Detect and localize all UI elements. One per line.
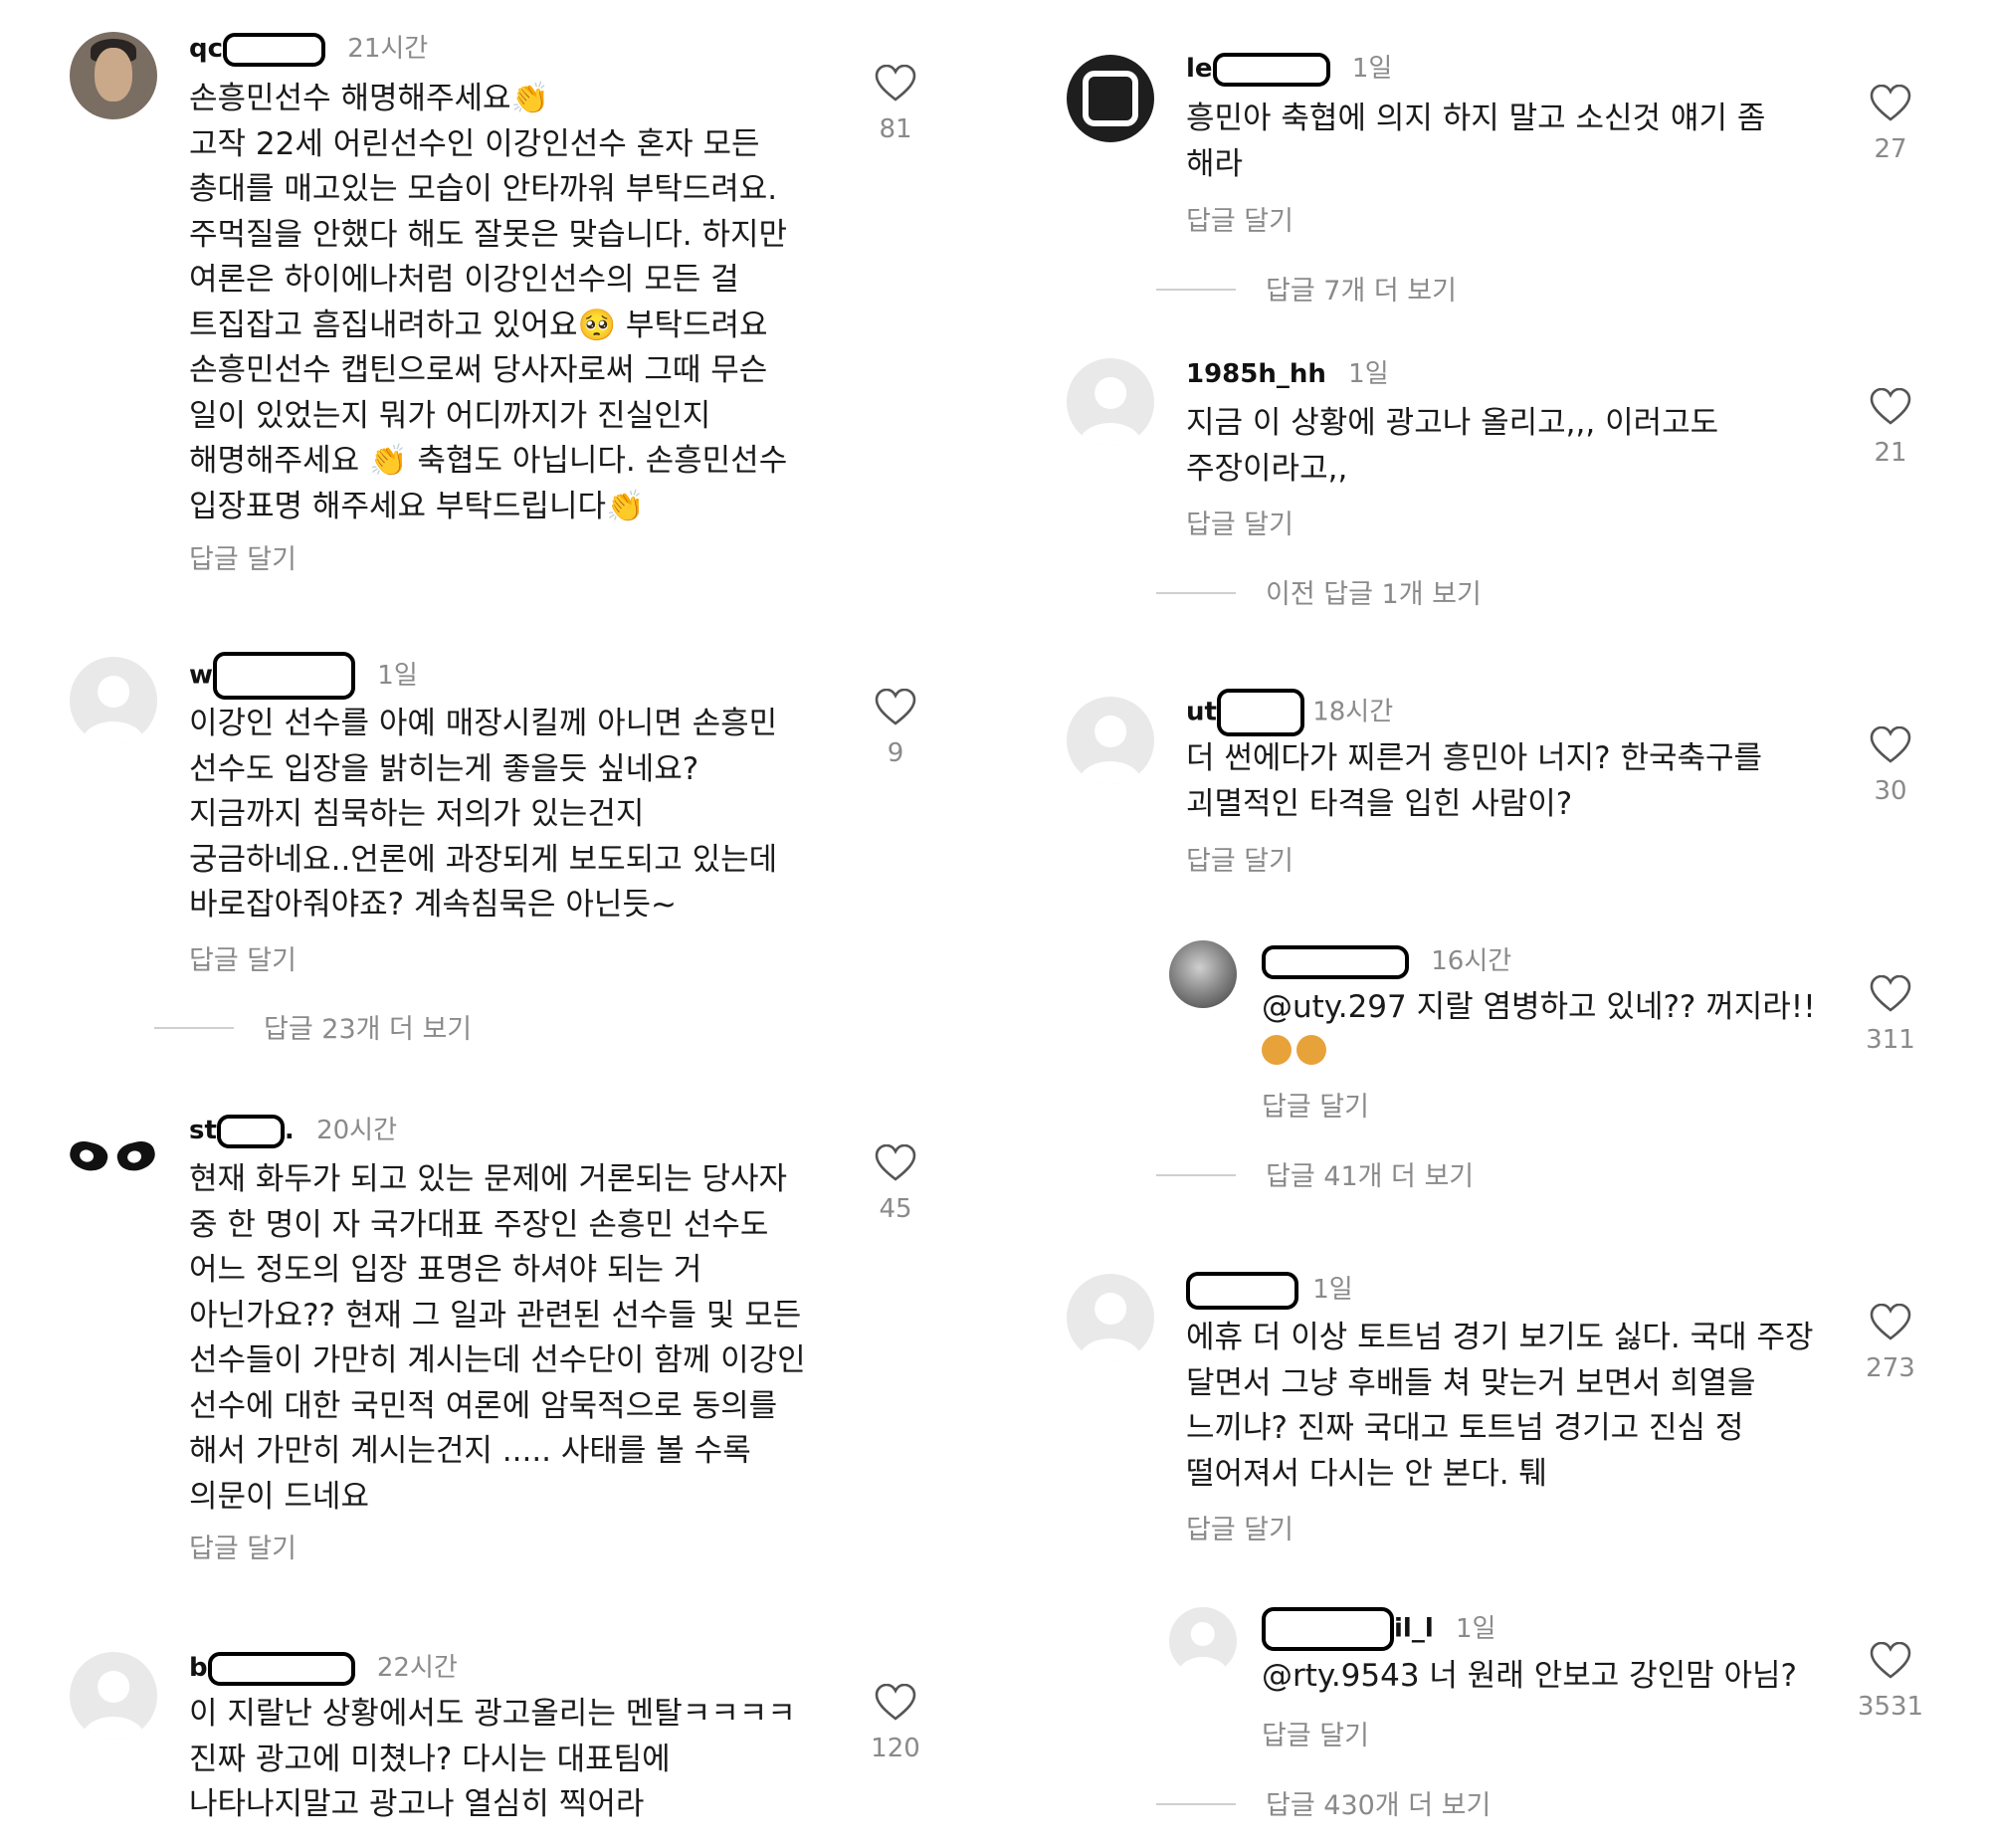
avatar[interactable]	[1067, 358, 1154, 446]
heart-icon	[875, 65, 916, 102]
redaction-box	[207, 1651, 355, 1686]
like-button[interactable]: 273	[1851, 1304, 1930, 1383]
reply-button[interactable]: 답글 달기	[1186, 199, 1294, 238]
comment-text: 현재 화두가 되고 있는 문제에 거론되는 당사자 중 한 명이 자 국가대표 …	[189, 1161, 806, 1515]
timestamp: 22시간	[376, 1653, 458, 1683]
redaction-box	[1216, 689, 1304, 736]
like-button[interactable]: 27	[1851, 85, 1930, 164]
like-count: 81	[879, 114, 912, 144]
timestamp: 16시간	[1431, 946, 1512, 976]
view-more-replies[interactable]: 답글 430개 더 보기	[1155, 1783, 1491, 1822]
view-more-replies[interactable]: 답글 23개 더 보기	[153, 1007, 472, 1046]
redaction-box	[1262, 944, 1409, 979]
timestamp: 20시간	[316, 1116, 397, 1145]
view-more-replies[interactable]: 답글 41개 더 보기	[1155, 1154, 1474, 1193]
redaction-box	[223, 32, 326, 67]
like-button[interactable]: 120	[856, 1684, 935, 1763]
view-previous-replies[interactable]: 이전 답글 1개 보기	[1156, 572, 1482, 611]
like-count: 30	[1874, 776, 1907, 806]
like-count: 3531	[1857, 1692, 1924, 1722]
heart-icon	[875, 689, 916, 725]
comment-text: @uty.297 지랄 염병하고 있네?? 꺼지라!!	[1262, 989, 1816, 1025]
reply-button[interactable]: 답글 달기	[189, 1527, 297, 1565]
view-more-replies[interactable]: 답글 7개 더 보기	[1156, 269, 1457, 308]
like-button[interactable]: 21	[1851, 388, 1930, 468]
username[interactable]: ut	[1186, 698, 1217, 727]
like-button[interactable]: 311	[1851, 975, 1930, 1055]
username-suffix: .	[284, 1116, 295, 1145]
reply-button[interactable]: 답글 달기	[1186, 839, 1294, 878]
reply-button[interactable]: 답글 달기	[1262, 1085, 1369, 1124]
avatar[interactable]	[1067, 697, 1154, 784]
username[interactable]: w	[189, 661, 213, 691]
comment-text: 더 썬에다가 찌른거 흥민아 너지? 한국축구를 괴멸적인 타격을 입힌 사람이…	[1186, 740, 1763, 822]
comment-text: @rty.9543 너 원래 안보고 강인맘 아님?	[1262, 1658, 1798, 1694]
heart-icon	[875, 1684, 916, 1721]
username[interactable]: b	[189, 1653, 208, 1683]
redaction-box	[216, 1114, 285, 1148]
username[interactable]: 1985h_hh	[1186, 359, 1326, 389]
username[interactable]: le	[1186, 54, 1213, 84]
timestamp: 18시간	[1312, 697, 1394, 727]
reply-button[interactable]: 답글 달기	[189, 938, 297, 977]
username-suffix: il_l	[1394, 1613, 1434, 1644]
avatar[interactable]	[1067, 55, 1154, 142]
timestamp: 1일	[1456, 1613, 1496, 1644]
avatar[interactable]	[1169, 940, 1237, 1008]
timestamp: 21시간	[347, 34, 429, 64]
heart-icon	[1870, 1642, 1911, 1679]
like-count: 9	[887, 738, 904, 768]
redaction-box	[213, 652, 356, 700]
like-count: 27	[1874, 134, 1907, 164]
like-count: 21	[1874, 438, 1907, 468]
like-count: 120	[871, 1734, 920, 1763]
comment-text: 이강인 선수를 아예 매장시킬께 아니면 손흥민 선수도 입장을 밝히는게 좋을…	[189, 706, 778, 923]
reply-button[interactable]: 답글 달기	[189, 537, 297, 576]
angry-face-icon	[1262, 1035, 1292, 1065]
like-count: 273	[1866, 1353, 1915, 1383]
angry-face-icon	[1296, 1035, 1327, 1065]
redaction-box	[1186, 1271, 1298, 1310]
username[interactable]: st	[189, 1116, 217, 1145]
avatar[interactable]	[70, 32, 157, 119]
like-button[interactable]: 9	[856, 689, 935, 768]
timestamp: 1일	[1351, 54, 1393, 84]
comment-text: 에휴 더 이상 토트넘 경기 보기도 싫다. 국대 주장 달면서 그냥 후배들 …	[1186, 1320, 1814, 1492]
like-button[interactable]: 30	[1851, 726, 1930, 806]
heart-icon	[1870, 388, 1911, 425]
avatar[interactable]	[70, 657, 157, 744]
redaction-box	[1262, 1607, 1394, 1651]
reply-button[interactable]: 답글 달기	[1186, 1508, 1294, 1546]
heart-icon	[875, 1144, 916, 1181]
avatar[interactable]	[70, 1115, 159, 1202]
avatar[interactable]	[70, 1652, 157, 1740]
reply-button[interactable]: 답글 달기	[1262, 1714, 1369, 1752]
heart-icon	[1870, 85, 1911, 121]
avatar[interactable]	[1067, 1274, 1154, 1361]
like-count: 45	[879, 1194, 912, 1224]
comment-text: 지금 이 상황에 광고나 올리고,,, 이러고도 주장이라고,,	[1186, 405, 1719, 487]
like-count: 311	[1866, 1025, 1915, 1055]
reply-button[interactable]: 답글 달기	[1186, 503, 1294, 541]
like-button[interactable]: 3531	[1851, 1642, 1930, 1722]
heart-icon	[1870, 1304, 1911, 1340]
like-button[interactable]: 81	[856, 65, 935, 144]
emoji-row	[1262, 1035, 1327, 1065]
comment-text: 손흥민선수 해명해주세요👏 고작 22세 어린선수인 이강인선수 혼자 모든 총…	[189, 81, 788, 524]
username[interactable]: qc	[189, 34, 223, 64]
redaction-box	[1212, 52, 1330, 87]
heart-icon	[1870, 726, 1911, 763]
heart-icon	[1870, 975, 1911, 1012]
like-button[interactable]: 45	[856, 1144, 935, 1224]
timestamp: 1일	[377, 660, 418, 691]
timestamp: 1일	[1348, 359, 1389, 389]
comment-text: 이 지랄난 상황에서도 광고올리는 멘탈ㅋㅋㅋㅋ 진짜 광고에 미쳤나? 다시는…	[189, 1696, 796, 1822]
timestamp: 1일	[1312, 1275, 1353, 1305]
avatar[interactable]	[1169, 1607, 1237, 1675]
comment-text: 흥민아 축협에 의지 하지 말고 소신것 얘기 좀 해라	[1186, 101, 1766, 182]
